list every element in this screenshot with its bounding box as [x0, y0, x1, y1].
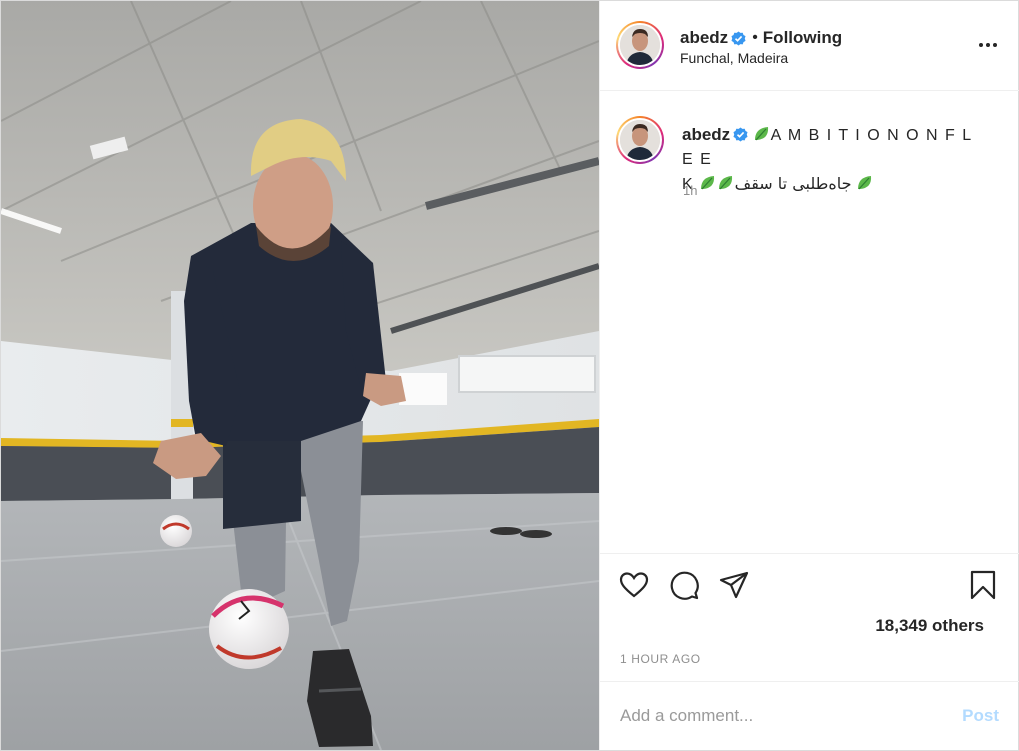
comments-area: abedz A M B I T I O N O N F L E E K جاه‌…	[600, 92, 1019, 554]
leaf-emoji	[718, 176, 732, 190]
verified-badge-icon	[731, 30, 746, 46]
leaf-emoji	[857, 176, 872, 190]
separator-dot: •	[752, 29, 758, 46]
caption-verified-badge-icon	[733, 127, 748, 142]
caption-avatar-image	[620, 120, 660, 160]
comment-icon[interactable]	[668, 569, 700, 601]
bookmark-icon[interactable]	[967, 569, 999, 601]
action-bar	[600, 555, 1019, 615]
caption-username-link[interactable]: abedz	[682, 125, 730, 144]
leaf-emoji	[700, 176, 714, 190]
caption-time[interactable]: 1h	[683, 183, 697, 198]
post-side-panel: abedz • Following Funchal, Madeira abedz…	[599, 1, 1019, 750]
location-link[interactable]: Funchal, Madeira	[680, 50, 788, 66]
heart-icon[interactable]	[618, 569, 650, 601]
share-icon[interactable]	[718, 569, 750, 601]
caption-avatar[interactable]	[616, 116, 664, 164]
post-comment-button[interactable]: Post	[962, 706, 999, 726]
comment-bar: Post	[600, 681, 1019, 750]
more-options-icon[interactable]	[977, 35, 999, 55]
post-dialog: abedz • Following Funchal, Madeira abedz…	[0, 0, 1019, 751]
caption: abedz A M B I T I O N O N F L E E K جاه‌…	[682, 123, 982, 197]
header-name-row: abedz • Following	[680, 28, 842, 48]
avatar[interactable]	[616, 21, 664, 69]
comment-input[interactable]	[620, 704, 940, 728]
username-link[interactable]: abedz	[680, 28, 728, 48]
following-button[interactable]: Following	[763, 28, 842, 48]
leaf-emoji	[754, 127, 768, 141]
avatar-image	[620, 25, 660, 65]
likes-count[interactable]: 18,349 others	[875, 616, 984, 636]
post-timestamp[interactable]: 1 HOUR AGO	[620, 652, 701, 666]
caption-text-persian: جاه‌طلبی تا سقف	[734, 174, 852, 193]
post-photo[interactable]	[1, 1, 599, 750]
post-header: abedz • Following Funchal, Madeira	[600, 1, 1019, 91]
post-photo-image	[1, 1, 599, 750]
